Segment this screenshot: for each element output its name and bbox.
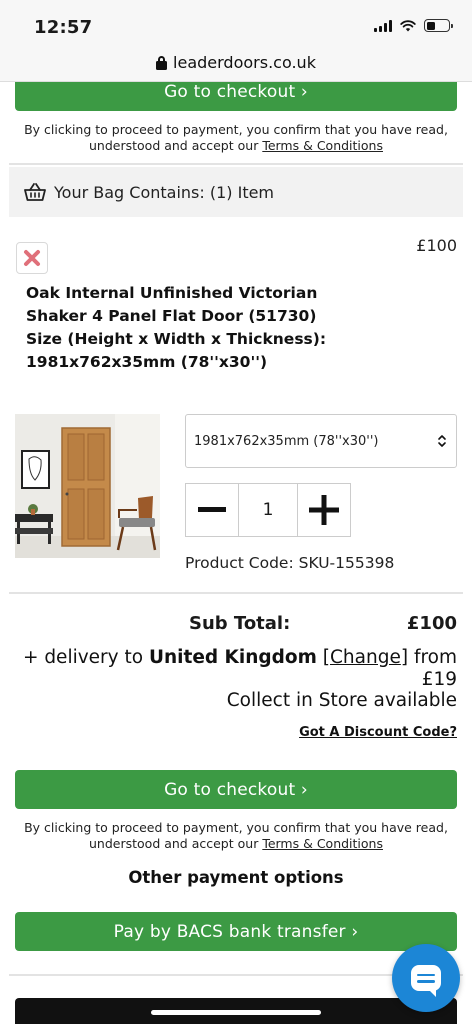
subtotal-label: Sub Total: bbox=[189, 613, 291, 634]
subtotal-value: £100 bbox=[406, 613, 457, 634]
product-code: Product Code: SKU-155398 bbox=[185, 554, 395, 572]
bracket-open: [ bbox=[316, 647, 330, 668]
quantity-stepper: 1 bbox=[185, 483, 351, 537]
increase-quantity-button[interactable] bbox=[297, 483, 351, 537]
door-product-photo bbox=[15, 414, 160, 558]
product-image[interactable] bbox=[15, 414, 160, 558]
status-icons bbox=[374, 19, 453, 32]
checkout-button-top[interactable]: Go to checkout › bbox=[15, 82, 457, 111]
terms-link-bottom[interactable]: Terms & Conditions bbox=[262, 836, 383, 851]
legal-notice-top: By clicking to proceed to payment, you c… bbox=[0, 122, 472, 154]
chat-button[interactable] bbox=[392, 944, 460, 1012]
url-text: leaderdoors.co.uk bbox=[173, 53, 316, 72]
close-icon bbox=[24, 250, 40, 266]
wifi-icon bbox=[400, 19, 416, 31]
collect-in-store: Collect in Store available bbox=[226, 690, 457, 711]
chat-icon bbox=[411, 965, 441, 997]
legal-notice-bottom: By clicking to proceed to payment, you c… bbox=[0, 820, 472, 852]
delivery-info: + delivery to United Kingdom [Change] fr… bbox=[17, 647, 457, 691]
bacs-transfer-button[interactable]: Pay by BACS bank transfer › bbox=[15, 912, 457, 951]
product-title[interactable]: Oak Internal Unfinished Victorian Shaker… bbox=[26, 282, 336, 374]
divider bbox=[9, 163, 463, 165]
select-arrows-icon bbox=[438, 435, 446, 447]
status-bar: 12:57 bbox=[0, 0, 472, 44]
checkout-button-bottom-label: Go to checkout › bbox=[164, 779, 308, 800]
other-payment-heading: Other payment options bbox=[128, 868, 344, 887]
battery-icon bbox=[424, 19, 453, 32]
lock-icon bbox=[156, 55, 168, 70]
size-select-value: 1981x762x35mm (78''x30'') bbox=[194, 433, 379, 449]
plus-icon bbox=[309, 495, 339, 525]
basket-icon bbox=[24, 183, 46, 201]
checkout-button-bottom[interactable]: Go to checkout › bbox=[15, 770, 457, 809]
quantity-input[interactable]: 1 bbox=[239, 483, 297, 537]
legal-line: By clicking to proceed to payment, you c… bbox=[24, 122, 448, 137]
bacs-transfer-label: Pay by BACS bank transfer › bbox=[113, 921, 359, 942]
decrease-quantity-button[interactable] bbox=[185, 483, 239, 537]
divider bbox=[9, 592, 463, 594]
signal-icon bbox=[374, 19, 392, 32]
remove-item-button[interactable] bbox=[16, 242, 48, 274]
size-select[interactable]: 1981x762x35mm (78''x30'') bbox=[185, 414, 457, 468]
delivery-suffix: from £19 bbox=[408, 647, 457, 690]
item-price: £100 bbox=[416, 236, 457, 255]
bracket-close: ] bbox=[400, 647, 409, 668]
terms-link-top[interactable]: Terms & Conditions bbox=[262, 138, 383, 153]
delivery-prefix: + delivery to bbox=[22, 647, 149, 668]
legal-line-prefix: understood and accept our bbox=[89, 836, 263, 851]
checkout-button-top-label: Go to checkout › bbox=[164, 82, 308, 102]
legal-line-prefix: understood and accept our bbox=[89, 138, 263, 153]
bag-header-text: Your Bag Contains: (1) Item bbox=[54, 182, 275, 202]
delivery-country: United Kingdom bbox=[148, 647, 317, 668]
discount-code-link[interactable]: Got A Discount Code? bbox=[299, 725, 457, 740]
bag-header: Your Bag Contains: (1) Item bbox=[9, 167, 463, 217]
change-delivery-link[interactable]: Change bbox=[330, 647, 401, 668]
legal-line: By clicking to proceed to payment, you c… bbox=[24, 820, 448, 835]
status-time: 12:57 bbox=[34, 17, 93, 38]
subtotal-row: Sub Total: £100 bbox=[0, 613, 472, 637]
minus-icon bbox=[198, 507, 226, 512]
home-indicator bbox=[151, 1010, 321, 1015]
address-bar[interactable]: leaderdoors.co.uk bbox=[0, 44, 472, 82]
